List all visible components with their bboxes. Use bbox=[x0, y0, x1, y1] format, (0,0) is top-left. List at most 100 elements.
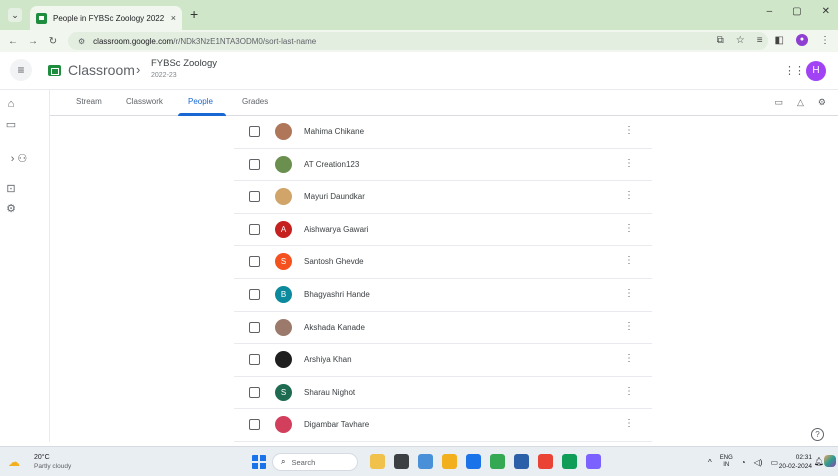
install-app-icon[interactable]: ⧉ bbox=[717, 35, 724, 46]
side-panel-icon[interactable]: ◧ bbox=[775, 35, 784, 46]
student-name: Aishwarya Gawari bbox=[304, 224, 369, 234]
taskbar-app-icon[interactable] bbox=[490, 454, 505, 469]
class-settings-icon[interactable]: ⚙ bbox=[818, 97, 826, 108]
student-row[interactable]: Mahima Chikane ⋮ bbox=[234, 116, 652, 149]
close-tab-icon[interactable]: × bbox=[171, 13, 176, 23]
taskbar-search[interactable]: ⌕ Search bbox=[272, 453, 358, 471]
tab-grades[interactable]: Grades bbox=[242, 97, 268, 106]
window-controls: – ▢ ✕ bbox=[767, 6, 830, 17]
taskbar-app-icon[interactable] bbox=[418, 454, 433, 469]
student-row[interactable]: Akshada Kanade ⋮ bbox=[234, 312, 652, 345]
student-row[interactable]: Mayuri Daundkar ⋮ bbox=[234, 181, 652, 214]
new-tab-button[interactable]: + bbox=[190, 7, 198, 21]
site-info-icon[interactable]: ⚙ bbox=[78, 37, 85, 46]
back-icon[interactable]: ← bbox=[6, 36, 20, 47]
enrolled-people-icon[interactable]: › ⚇ bbox=[4, 152, 34, 165]
more-options-icon[interactable]: ⋮ bbox=[624, 190, 634, 201]
notification-bell-icon[interactable]: 🔔︎ bbox=[814, 457, 824, 466]
taskbar-app-icon[interactable] bbox=[586, 454, 601, 469]
student-row[interactable]: Digambar Tavhare ⋮ bbox=[234, 409, 652, 442]
class-name[interactable]: FYBSc Zoology bbox=[151, 58, 217, 69]
tab-stream[interactable]: Stream bbox=[76, 97, 102, 106]
weather-temperature[interactable]: 20°C bbox=[34, 454, 50, 461]
more-options-icon[interactable]: ⋮ bbox=[624, 321, 634, 332]
forward-icon[interactable]: → bbox=[26, 36, 40, 47]
weather-description[interactable]: Partly cloudy bbox=[34, 463, 71, 470]
select-checkbox[interactable] bbox=[249, 321, 260, 333]
app-name[interactable]: Classroom bbox=[68, 62, 135, 78]
battery-icon[interactable]: ▭ bbox=[770, 458, 778, 467]
classroom-logo-icon[interactable] bbox=[48, 65, 61, 76]
select-checkbox[interactable] bbox=[249, 126, 260, 137]
student-avatar bbox=[275, 416, 292, 434]
close-window-icon[interactable]: ✕ bbox=[822, 6, 830, 17]
help-icon[interactable]: ? bbox=[811, 428, 824, 441]
browser-tab[interactable]: People in FYBSc Zoology 2022 × bbox=[30, 6, 182, 30]
student-row[interactable]: A Aishwarya Gawari ⋮ bbox=[234, 214, 652, 247]
taskbar-app-icon[interactable] bbox=[562, 454, 577, 469]
more-options-icon[interactable]: ⋮ bbox=[624, 353, 634, 364]
student-row[interactable]: AT Creation123 ⋮ bbox=[234, 149, 652, 182]
more-options-icon[interactable]: ⋮ bbox=[624, 223, 634, 234]
select-checkbox[interactable] bbox=[249, 191, 260, 203]
left-rail: ⌂ ▭ › ⚇ ⊡ ⚙ bbox=[0, 90, 50, 442]
tab-search-icon[interactable]: ⌄ bbox=[8, 8, 22, 22]
student-row[interactable]: Arshiya Khan ⋮ bbox=[234, 344, 652, 377]
google-calendar-icon[interactable]: ▭ bbox=[774, 97, 783, 108]
show-hidden-icons-icon[interactable]: ^ bbox=[708, 458, 712, 467]
student-row[interactable]: S Santosh Ghevde ⋮ bbox=[234, 246, 652, 279]
student-avatar bbox=[275, 318, 292, 336]
more-options-icon[interactable]: ⋮ bbox=[624, 418, 634, 429]
select-checkbox[interactable] bbox=[249, 288, 260, 300]
account-avatar[interactable]: H bbox=[806, 61, 826, 81]
drive-folder-icon[interactable]: △ bbox=[797, 97, 804, 108]
minimize-icon[interactable]: – bbox=[767, 6, 773, 17]
select-checkbox[interactable] bbox=[249, 223, 260, 235]
more-options-icon[interactable]: ⋮ bbox=[624, 255, 634, 266]
copilot-icon[interactable] bbox=[824, 455, 836, 467]
reload-icon[interactable]: ↻ bbox=[46, 36, 60, 47]
browser-menu-icon[interactable]: ⋮ bbox=[820, 35, 830, 46]
bookmark-star-icon[interactable]: ☆ bbox=[736, 35, 745, 46]
weather-cloud-sun-icon[interactable]: ☁ bbox=[8, 455, 20, 469]
reading-list-icon[interactable]: ≡ bbox=[757, 35, 763, 46]
volume-icon[interactable]: ◁) bbox=[754, 458, 763, 467]
windows-start-icon[interactable] bbox=[252, 455, 266, 469]
url-domain: classroom.google.com bbox=[93, 36, 174, 46]
main-menu-icon[interactable]: ≡ bbox=[10, 59, 32, 81]
select-checkbox[interactable] bbox=[249, 419, 260, 431]
select-checkbox[interactable] bbox=[249, 354, 260, 366]
tab-people[interactable]: People bbox=[188, 97, 213, 106]
url-field[interactable]: ⚙ classroom.google.com /r/NDk3NzE1NTA3OD… bbox=[68, 32, 768, 50]
taskbar-app-icon[interactable] bbox=[514, 454, 529, 469]
student-row[interactable]: S Sharau Nighot ⋮ bbox=[234, 377, 652, 410]
more-options-icon[interactable]: ⋮ bbox=[624, 288, 634, 299]
student-row[interactable]: B Bhagyashri Hande ⋮ bbox=[234, 279, 652, 312]
wifi-icon[interactable]: ◔ bbox=[741, 458, 746, 467]
student-name: Sharau Nighot bbox=[304, 387, 356, 397]
tab-classwork[interactable]: Classwork bbox=[126, 97, 163, 106]
taskbar-app-icon[interactable] bbox=[394, 454, 409, 469]
taskbar-app-icon[interactable] bbox=[538, 454, 553, 469]
student-list: Mahima Chikane ⋮ AT Creation123 ⋮ Mayuri Dau… bbox=[234, 116, 652, 442]
taskbar-app-icon[interactable] bbox=[466, 454, 481, 469]
clock[interactable]: 02:31 20-02-2024 bbox=[779, 453, 812, 471]
more-options-icon[interactable]: ⋮ bbox=[624, 125, 634, 136]
select-checkbox[interactable] bbox=[249, 386, 260, 398]
settings-gear-icon[interactable]: ⚙ bbox=[0, 202, 22, 215]
restore-icon[interactable]: ▢ bbox=[792, 6, 801, 17]
more-options-icon[interactable]: ⋮ bbox=[624, 386, 634, 397]
classroom-header: ≡ Classroom › FYBSc Zoology 2022-23 ⋮⋮⋮ … bbox=[0, 52, 838, 90]
select-checkbox[interactable] bbox=[249, 158, 260, 170]
select-checkbox[interactable] bbox=[249, 256, 260, 268]
taskbar-app-icon[interactable] bbox=[370, 454, 385, 469]
home-icon[interactable]: ⌂ bbox=[0, 98, 22, 110]
archived-classes-icon[interactable]: ⊡ bbox=[0, 182, 22, 195]
taskbar-app-icon[interactable] bbox=[442, 454, 457, 469]
more-options-icon[interactable]: ⋮ bbox=[624, 158, 634, 169]
profile-icon[interactable]: ● bbox=[796, 34, 808, 46]
language-indicator[interactable]: ENG IN bbox=[720, 455, 733, 469]
clock-time: 02:31 bbox=[795, 454, 812, 461]
browser-actions: ⧉ ☆ ≡ ◧ ● ⋮ bbox=[717, 34, 830, 46]
calendar-icon[interactable]: ▭ bbox=[0, 118, 22, 131]
